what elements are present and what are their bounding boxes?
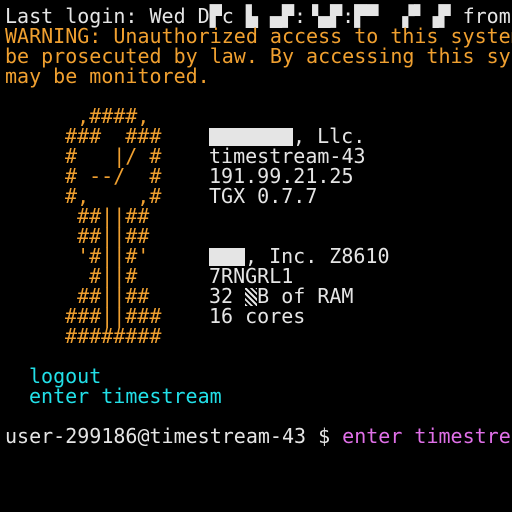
- command-prompt-line[interactable]: user-299186@timestream-43 $ enter timest…: [5, 426, 512, 446]
- terminal-window[interactable]: Last login: Wed D▛c ▙ ▄▛:▝▄▛:▛▀ ▞▘▗▛ fro…: [0, 0, 512, 512]
- hw-cores: 16 cores: [209, 304, 306, 328]
- last-login-line: Last login: Wed D▛c ▙ ▄▛:▝▄▛:▛▀ ▞▘▗▛ fro…: [5, 6, 512, 26]
- logo-ascii-line: #||#: [53, 264, 138, 288]
- logo-ascii-line: ,####,: [53, 104, 150, 128]
- logo-ascii-line: # |/ #: [53, 144, 162, 168]
- logo-ascii-line: ##||##: [53, 224, 150, 248]
- logo-ascii-line: ##||##: [53, 284, 150, 308]
- org-version: TGX 0.7.7: [209, 184, 318, 208]
- logo-ascii-line: '#||#': [53, 244, 150, 268]
- hw-ram-line: 32 B of RAM: [209, 286, 353, 306]
- logo-ascii-line: ###||###: [53, 304, 162, 328]
- org-company-line: , Llc.: [209, 126, 365, 146]
- warning-line-1: WARNING: Unauthorized access to this sys…: [5, 24, 512, 48]
- org-ip-address: 191.99.21.25: [209, 164, 354, 188]
- hw-vendor-line: , Inc. Z8610: [209, 246, 390, 266]
- logo-ascii-line: ########: [53, 324, 162, 348]
- command-input-text[interactable]: enter timestream: [342, 424, 512, 448]
- hw-model: 7RNGRL1: [209, 264, 294, 288]
- logo-ascii-line: # --/ #: [53, 164, 162, 188]
- warning-line-2: be prosecuted by law. By accessing this …: [5, 44, 512, 68]
- org-hostname: timestream-43: [209, 144, 366, 168]
- menu-item-logout[interactable]: logout: [29, 366, 101, 386]
- menu-item-enter-timestream[interactable]: enter timestream: [29, 386, 222, 406]
- logo-ascii-line: ##||##: [53, 204, 150, 228]
- warning-line-3: may be monitored.: [5, 64, 210, 88]
- prompt-user-host: user-299186@timestream-43 $: [5, 424, 343, 448]
- logo-ascii-line: #, ,#: [53, 184, 162, 208]
- logo-ascii-line: ### ###: [53, 124, 162, 148]
